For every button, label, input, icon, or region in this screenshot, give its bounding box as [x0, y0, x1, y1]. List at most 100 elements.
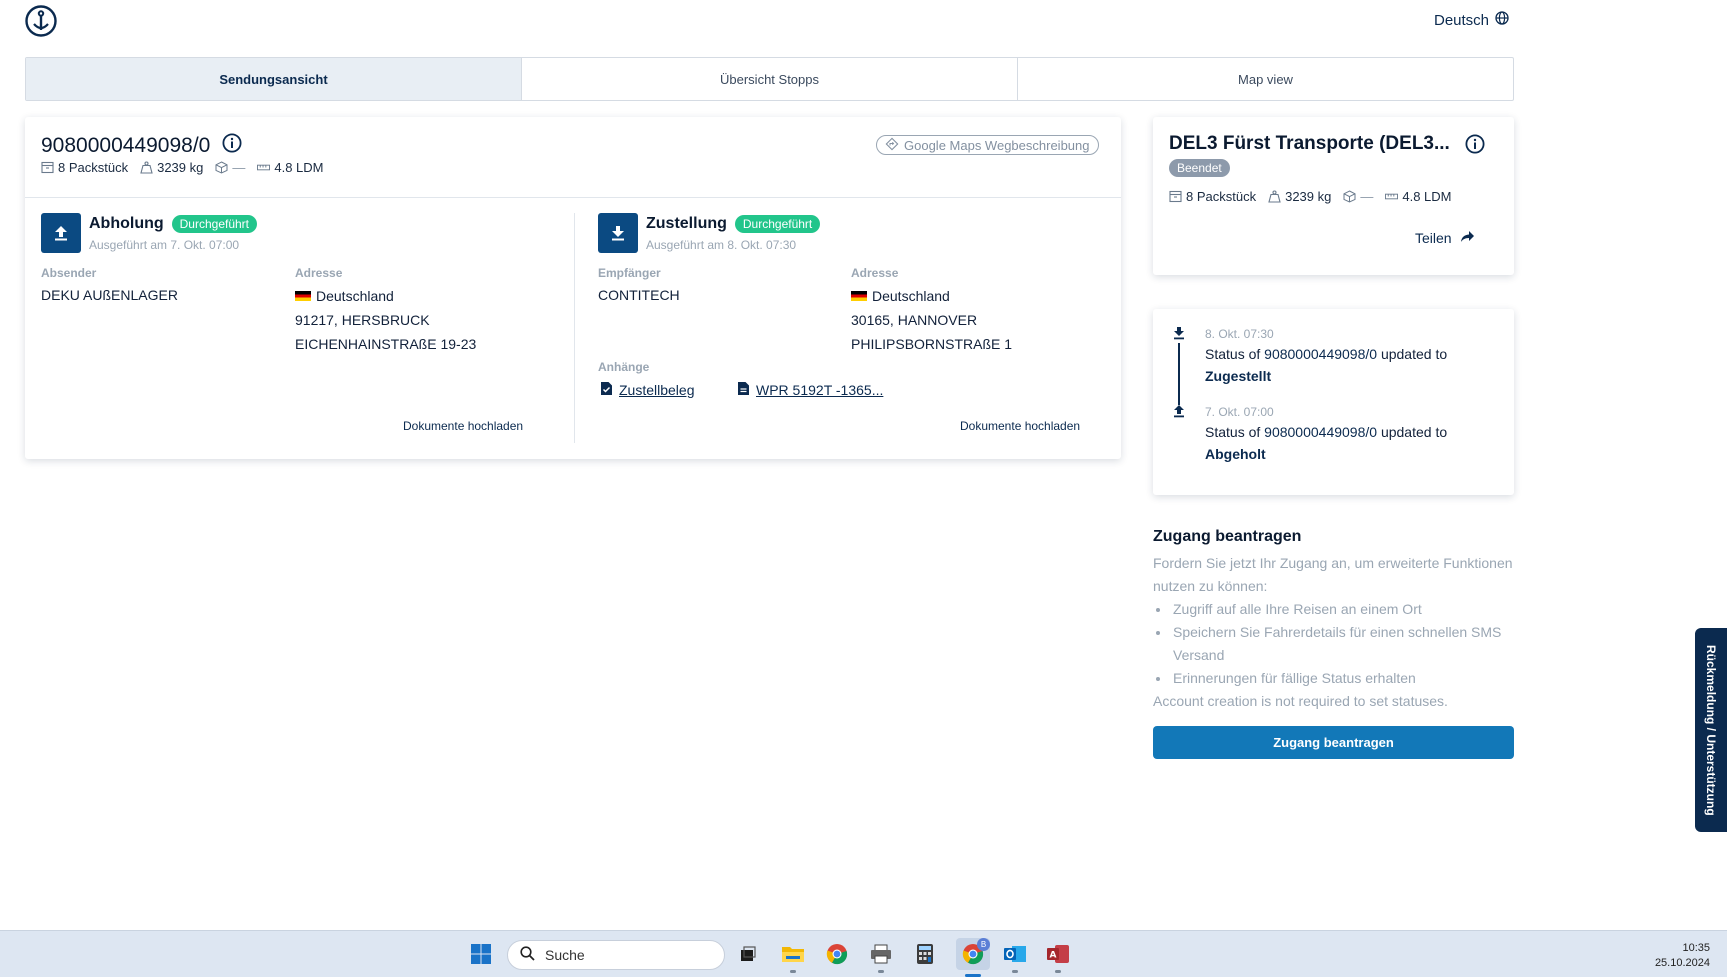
weight-icon: [1268, 190, 1281, 203]
shipment-id: 9080000449098/0: [41, 133, 242, 159]
volume-icon: [1343, 190, 1356, 203]
timeline-prefix: Status of: [1205, 424, 1261, 440]
carrier-ldm: 4.8 LDM: [1402, 189, 1452, 204]
taskbar-clock[interactable]: 10:35 25.10.2024: [1620, 941, 1710, 971]
attachment-zustellbeleg-label: Zustellbeleg: [619, 382, 695, 398]
windows-start-icon[interactable]: [468, 941, 494, 967]
carrier-status-badge: Beendet: [1169, 159, 1230, 177]
carrier-volume: —: [1360, 189, 1374, 204]
document-check-icon: [600, 381, 613, 399]
delivery-street: PHILIPSBORNSTRAßE 1: [851, 336, 1013, 352]
calculator-icon[interactable]: [912, 941, 938, 967]
carrier-package-count: 8 Packstück: [1186, 189, 1257, 204]
timeline-line: [1178, 343, 1180, 405]
recipient-value: CONTITECH: [598, 287, 680, 303]
access-request-section: Zugang beantragen Fordern Sie jetzt Ihr …: [1153, 528, 1514, 713]
list-item: Erinnerungen für fällige Status erhalten: [1153, 667, 1514, 690]
timeline-mid: updated to: [1380, 346, 1448, 362]
delivery-country-text: Deutschland: [872, 288, 950, 304]
pickup-country: Deutschland: [295, 288, 394, 304]
directions-icon: [885, 137, 899, 154]
attachment-zustellbeleg[interactable]: Zustellbeleg: [600, 381, 695, 399]
svg-text:A: A: [1050, 951, 1057, 961]
clock-date: 25.10.2024: [1654, 957, 1710, 969]
outlook-icon[interactable]: [1002, 941, 1028, 973]
share-button[interactable]: Teilen: [1415, 230, 1475, 246]
upload-arrow-icon: [1171, 403, 1187, 419]
search-icon: [520, 946, 535, 964]
stops-divider: [574, 213, 575, 443]
language-selector[interactable]: Deutsch: [1434, 11, 1509, 29]
ruler-icon: [257, 161, 271, 174]
running-indicator: [1012, 970, 1018, 973]
header-divider: [25, 197, 1121, 198]
recipient-label: Empfänger: [598, 266, 661, 280]
download-arrow-icon: [1171, 325, 1187, 341]
clock-time: 10:35: [1682, 942, 1710, 954]
carrier-meta: 8 Packstück 3239 kg — 4.8 LDM: [1169, 189, 1452, 204]
carrier-weight: 3239 kg: [1285, 189, 1332, 204]
chrome-profile-badge: B: [977, 938, 990, 951]
timeline-date: 7. Okt. 07:00: [1205, 405, 1274, 419]
task-view-icon[interactable]: [735, 941, 761, 967]
pickup-upload-documents-button[interactable]: Dokumente hochladen: [403, 419, 523, 433]
info-icon[interactable]: [1465, 134, 1485, 159]
timeline-shipment-ref[interactable]: 9080000449098/0: [1264, 346, 1377, 362]
view-tabs: Sendungsansicht Übersicht Stopps Map vie…: [25, 57, 1514, 101]
info-icon[interactable]: [222, 133, 242, 159]
running-indicator: [878, 970, 884, 973]
anchor-logo-icon[interactable]: [25, 5, 57, 37]
access-title: Zugang beantragen: [1153, 528, 1302, 545]
share-label: Teilen: [1415, 230, 1452, 246]
share-arrow-icon: [1460, 230, 1475, 246]
tab-sendungsansicht[interactable]: Sendungsansicht: [26, 58, 522, 100]
access-app-icon[interactable]: A: [1045, 941, 1071, 973]
delivery-city: 30165, HANNOVER: [851, 312, 978, 328]
pickup-address-label: Adresse: [295, 266, 343, 280]
pickup-upload-icon: [41, 213, 81, 253]
feedback-label: Rückmeldung / Unterstützung: [1704, 644, 1718, 816]
ruler-icon: [1385, 190, 1399, 203]
ldm-value: 4.8 LDM: [274, 160, 324, 175]
tab-uebersicht-stopps[interactable]: Übersicht Stopps: [522, 58, 1018, 100]
chrome-icon[interactable]: [824, 941, 850, 967]
pickup-executed: Ausgeführt am 7. Okt. 07:00: [89, 238, 240, 252]
germany-flag-icon: [851, 291, 867, 301]
pickup-title: Abholung Durchgeführt: [89, 215, 258, 233]
delivery-title-text: Zustellung: [646, 215, 727, 232]
attachment-wpr[interactable]: WPR 5192T -1365...: [737, 381, 883, 399]
chrome-profile-icon[interactable]: B: [956, 938, 990, 977]
shipment-id-text: 9080000449098/0: [41, 134, 211, 157]
timeline-shipment-ref[interactable]: 9080000449098/0: [1264, 424, 1377, 440]
timeline-entry: Status of 9080000449098/0 updated to Zug…: [1205, 343, 1505, 387]
status-timeline-card: 8. Okt. 07:30 Status of 9080000449098/0 …: [1153, 309, 1514, 495]
volume-value: —: [232, 160, 246, 175]
language-label: Deutsch: [1434, 11, 1490, 29]
delivery-upload-documents-button[interactable]: Dokumente hochladen: [960, 419, 1080, 433]
package-icon: [1169, 190, 1182, 203]
taskbar-search-box[interactable]: Suche: [507, 940, 725, 970]
delivery-address-label: Adresse: [851, 266, 899, 280]
request-access-button[interactable]: Zugang beantragen: [1153, 726, 1514, 759]
top-bar: Deutsch: [0, 0, 1727, 44]
delivery-download-icon: [598, 213, 638, 253]
delivery-country: Deutschland: [851, 288, 950, 304]
attachments-label: Anhänge: [598, 360, 650, 374]
timeline-mid: updated to: [1380, 424, 1448, 440]
list-item: Zugriff auf alle Ihre Reisen an einem Or…: [1153, 598, 1514, 621]
file-explorer-icon[interactable]: [780, 941, 806, 973]
google-maps-button[interactable]: Google Maps Wegbeschreibung: [876, 135, 1099, 155]
carrier-card: DEL3 Fürst Transporte (DEL3... Beendet 8…: [1153, 117, 1514, 275]
pickup-status-badge: Durchgeführt: [171, 215, 258, 233]
feedback-side-tab[interactable]: Rückmeldung / Unterstützung: [1695, 628, 1727, 832]
access-benefits-list: Zugriff auf alle Ihre Reisen an einem Or…: [1153, 598, 1514, 690]
document-icon: [737, 381, 750, 399]
volume-icon: [215, 161, 228, 174]
delivery-status-badge: Durchgeführt: [734, 215, 821, 233]
running-indicator: [790, 970, 796, 973]
globe-icon: [1495, 11, 1509, 29]
tab-map-view[interactable]: Map view: [1018, 58, 1513, 100]
access-note: Account creation is not required to set …: [1153, 693, 1448, 709]
delivery-executed: Ausgeführt am 8. Okt. 07:30: [646, 238, 797, 252]
printer-icon[interactable]: [868, 941, 894, 973]
